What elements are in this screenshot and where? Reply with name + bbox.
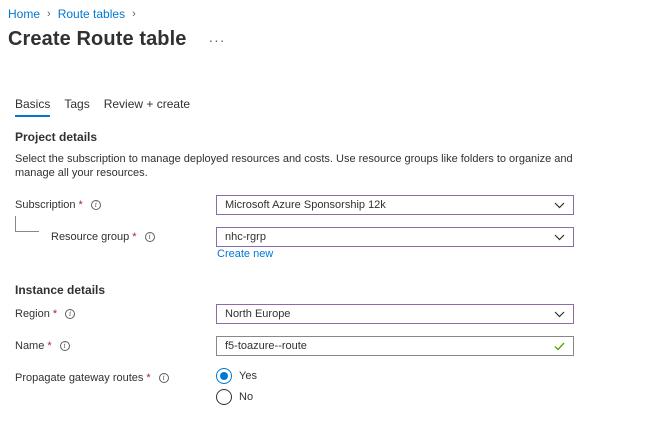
radio-option-yes[interactable]: Yes [216, 368, 257, 384]
tab-basics[interactable]: Basics [15, 97, 51, 117]
subscription-label: Subscription * i [15, 199, 101, 211]
resource-group-dropdown[interactable]: nhc-rgrp [216, 227, 574, 247]
tab-review-create[interactable]: Review + create [104, 97, 190, 117]
radio-button-unchecked[interactable] [216, 389, 232, 405]
info-icon[interactable]: i [158, 373, 169, 383]
tab-tags[interactable]: Tags [64, 97, 89, 117]
instance-details-heading: Instance details [15, 283, 106, 297]
tree-connector [15, 216, 39, 232]
region-value: North Europe [225, 308, 291, 320]
chevron-right-icon: › [132, 8, 136, 20]
required-marker: * [132, 231, 137, 243]
radio-dot [220, 372, 228, 380]
info-icon[interactable]: i [59, 341, 70, 351]
radio-yes-label: Yes [239, 370, 257, 382]
radio-no-label: No [239, 391, 254, 403]
create-new-link[interactable]: Create new [217, 248, 273, 260]
title-row: Create Route table ··· [8, 28, 226, 51]
propagate-label-text: Propagate gateway routes [15, 372, 144, 384]
breadcrumb: Home › Route tables › [8, 7, 143, 21]
radio-option-no[interactable]: No [216, 389, 253, 405]
breadcrumb-home[interactable]: Home [8, 7, 40, 21]
region-label-text: Region [15, 308, 50, 320]
tab-bar: Basics Tags Review + create [15, 97, 204, 117]
name-value: f5-toazure--route [225, 340, 307, 352]
project-details-heading: Project details [15, 130, 98, 144]
more-options-button[interactable]: ··· [209, 32, 226, 48]
chevron-down-icon [554, 202, 565, 208]
name-input[interactable]: f5-toazure--route [216, 336, 574, 356]
subscription-value: Microsoft Azure Sponsorship 12k [225, 199, 386, 211]
info-icon[interactable]: i [65, 309, 76, 319]
chevron-down-icon [554, 234, 565, 240]
radio-button-checked[interactable] [216, 368, 232, 384]
chevron-down-icon [554, 311, 565, 317]
page-title: Create Route table [8, 28, 187, 50]
region-label: Region * i [15, 308, 76, 320]
chevron-right-icon: › [47, 8, 51, 20]
checkmark-icon [554, 342, 565, 350]
create-route-table-page: Home › Route tables › Create Route table… [0, 0, 646, 421]
region-dropdown[interactable]: North Europe [216, 304, 574, 324]
required-marker: * [47, 340, 52, 352]
required-marker: * [78, 199, 83, 211]
info-icon[interactable]: i [90, 200, 101, 210]
propagate-gateway-routes-label: Propagate gateway routes * i [15, 372, 169, 384]
subscription-dropdown[interactable]: Microsoft Azure Sponsorship 12k [216, 195, 574, 215]
name-label-text: Name [15, 340, 45, 352]
project-details-description: Select the subscription to manage deploy… [15, 153, 573, 179]
subscription-label-text: Subscription [15, 199, 76, 211]
required-marker: * [52, 308, 58, 320]
resource-group-label: Resource group * i [51, 231, 155, 243]
required-marker: * [146, 372, 151, 384]
name-label: Name * i [15, 340, 70, 352]
resource-group-label-text: Resource group [51, 231, 130, 243]
resource-group-value: nhc-rgrp [225, 231, 266, 243]
breadcrumb-route-tables[interactable]: Route tables [58, 7, 125, 21]
info-icon[interactable]: i [144, 232, 155, 242]
